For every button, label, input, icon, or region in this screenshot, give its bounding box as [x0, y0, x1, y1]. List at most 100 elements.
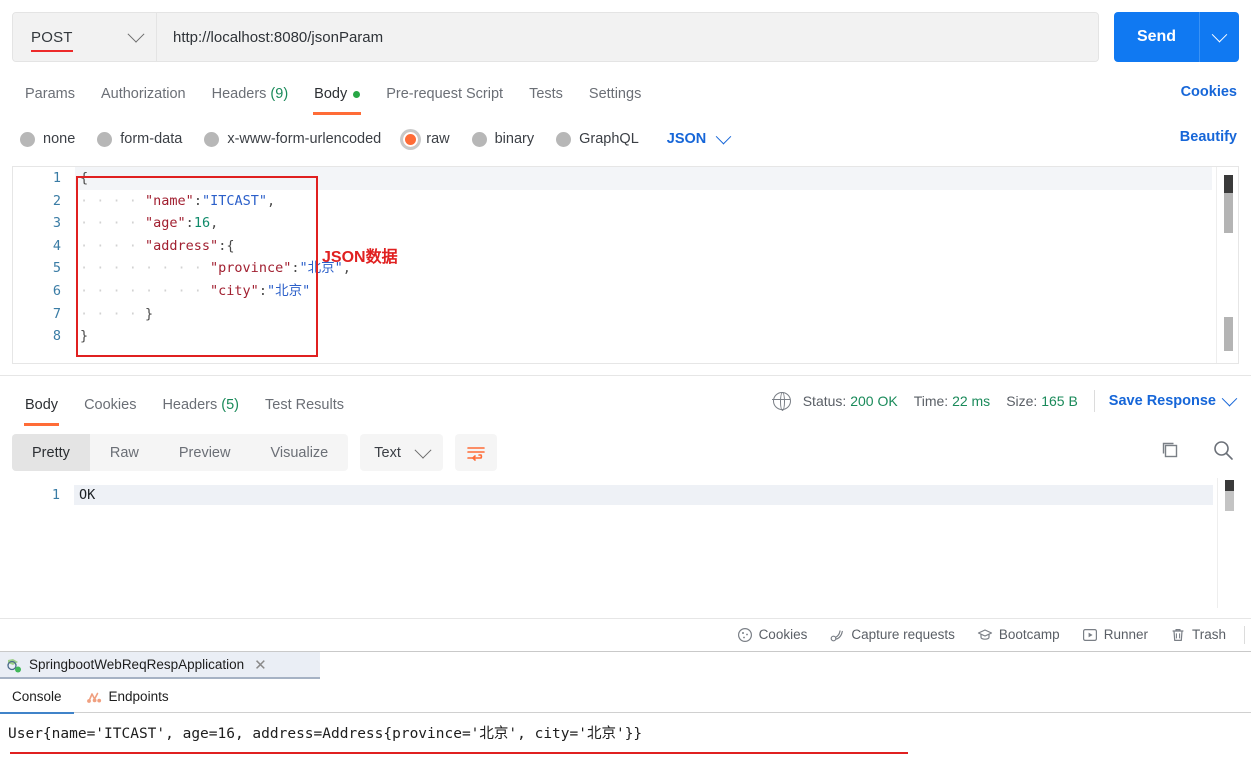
response-format-selector[interactable]: Text [360, 434, 443, 471]
wrap-lines-button[interactable] [454, 434, 497, 471]
statusbar-trash[interactable]: Trash [1170, 627, 1226, 643]
code-token: "province" [210, 260, 292, 277]
status-value: 200 OK [850, 393, 898, 409]
scrollbar-thumb[interactable] [1224, 175, 1233, 193]
indent-guide: · · · · [80, 192, 146, 209]
tab-label: Settings [588, 86, 642, 102]
view-mode-visualize[interactable]: Visualize [250, 434, 348, 471]
code-line[interactable]: · · · · "address":{ [75, 235, 1212, 258]
ide-tab-console[interactable]: Console [0, 681, 74, 714]
body-type-raw[interactable]: raw [403, 131, 450, 147]
body-type-label: none [43, 131, 76, 147]
url-input[interactable] [157, 13, 1098, 61]
tab-label: Headers [162, 397, 218, 413]
line-number: 4 [52, 237, 61, 254]
tab-pre-request-script[interactable]: Pre-request Script [373, 73, 516, 115]
statusbar-runner[interactable]: Runner [1082, 627, 1148, 643]
code-token: :{ [218, 237, 235, 254]
code-token: "city" [210, 282, 259, 299]
cookie-icon [737, 627, 752, 642]
copy-icon[interactable] [1159, 439, 1181, 461]
radio-icon [556, 131, 572, 147]
view-mode-label: Raw [109, 444, 139, 461]
editor-code-area[interactable]: { · · · · "name":"ITCAST", · · · · "age":1… [75, 167, 1212, 363]
response-meta: Status: 200 OK Time: 22 ms Size: 165 B S… [772, 390, 1241, 412]
body-type-label: raw [426, 131, 450, 147]
code-line[interactable]: · · · · "name":"ITCAST", [75, 190, 1212, 213]
tab-body[interactable]: Body [301, 73, 373, 115]
headers-count: (9) [270, 86, 289, 102]
body-type-form-data[interactable]: form-data [97, 131, 182, 147]
request-body-editor[interactable]: 12345678 {· · · · "name":"ITCAST", · · · … [12, 166, 1239, 364]
save-response-button[interactable]: Save Response [1109, 393, 1216, 409]
response-editor-scrollbar[interactable] [1217, 478, 1239, 608]
size-value: 165 B [1041, 393, 1078, 409]
code-line[interactable]: } [75, 325, 1212, 348]
raw-format-selector[interactable]: JSON [666, 128, 732, 147]
json-annotation-label: JSON数据 [322, 249, 398, 266]
scrollbar-thumb-secondary[interactable] [1224, 193, 1233, 233]
radio-selected-icon [403, 131, 419, 147]
request-tabs: Params Authorization Headers (9) Body Pr… [0, 72, 1251, 116]
ide-tab-endpoints[interactable]: Endpoints [74, 681, 181, 713]
response-tab-test-results[interactable]: Test Results [252, 384, 357, 426]
raw-format-label: JSON [666, 131, 707, 147]
response-tab-headers[interactable]: Headers (5) [149, 384, 252, 426]
statusbar-label: Bootcamp [998, 627, 1060, 642]
statusbar-capture-requests[interactable]: Capture requests [829, 627, 955, 643]
scrollbar-thumb-secondary[interactable] [1225, 491, 1234, 511]
body-type-binary[interactable]: binary [471, 131, 534, 147]
response-line-numbers: 1 [12, 485, 74, 505]
code-token: { [80, 170, 89, 186]
view-mode-preview[interactable]: Preview [159, 434, 251, 471]
response-tab-cookies[interactable]: Cookies [71, 384, 149, 426]
send-button-group: Send [1114, 12, 1239, 62]
tab-authorization[interactable]: Authorization [88, 73, 199, 115]
scrollbar-thumb[interactable] [1225, 480, 1234, 491]
ide-run-tab[interactable]: SpringbootWebReqRespApplication ✕ [0, 652, 320, 679]
tab-headers[interactable]: Headers (9) [199, 73, 302, 115]
request-editor-scrollbar[interactable] [1216, 167, 1238, 363]
tab-tests[interactable]: Tests [516, 73, 576, 115]
code-line[interactable]: · · · · } [75, 303, 1212, 326]
send-button[interactable]: Send [1114, 12, 1199, 62]
status-label: Status: [802, 393, 847, 409]
line-number: 1 [51, 487, 60, 503]
send-options-button[interactable] [1199, 12, 1239, 62]
code-token: "ITCAST" [201, 192, 267, 209]
response-view-modes: Pretty Raw Preview Visualize [12, 434, 349, 471]
request-cookies-link[interactable]: Cookies [1181, 84, 1237, 100]
close-icon[interactable]: ✕ [254, 656, 267, 674]
code-token: , [210, 215, 219, 232]
code-line[interactable]: { [75, 167, 1212, 190]
code-line[interactable]: · · · · "age":16, [75, 212, 1212, 235]
chevron-down-icon[interactable] [1221, 390, 1238, 406]
tab-label: Endpoints [108, 689, 169, 704]
http-method-selector[interactable]: POST [13, 13, 157, 61]
active-line-highlight [74, 485, 1213, 505]
line-number: 5 [52, 260, 61, 277]
status-item: Status: 200 OK [803, 393, 898, 409]
code-token: : [193, 192, 202, 209]
code-token: "name" [145, 192, 194, 209]
view-mode-label: Preview [178, 444, 231, 461]
console-output-underline [10, 752, 908, 754]
response-tab-body[interactable]: Body [12, 384, 71, 426]
tab-params[interactable]: Params [12, 73, 88, 115]
response-body-editor[interactable]: 1 OK [12, 478, 1239, 608]
code-line[interactable]: · · · · · · · · "city":"北京" [75, 280, 1212, 303]
body-type-none[interactable]: none [20, 131, 75, 147]
chevron-down-icon [127, 25, 145, 43]
response-divider [0, 375, 1251, 376]
tab-settings[interactable]: Settings [576, 73, 654, 115]
body-type-graphql[interactable]: GraphQL [556, 131, 639, 147]
view-mode-raw[interactable]: Raw [90, 434, 159, 471]
search-icon[interactable] [1211, 438, 1235, 462]
code-line[interactable]: · · · · · · · · "province":"北京", [75, 257, 1212, 280]
view-mode-pretty[interactable]: Pretty [12, 434, 90, 471]
body-type-urlencoded[interactable]: x-www-form-urlencoded [204, 131, 381, 147]
statusbar-cookies[interactable]: Cookies [737, 627, 807, 643]
scrollbar-thumb-tertiary[interactable] [1224, 317, 1233, 351]
statusbar-bootcamp[interactable]: Bootcamp [977, 627, 1060, 643]
line-number: 7 [52, 305, 61, 322]
